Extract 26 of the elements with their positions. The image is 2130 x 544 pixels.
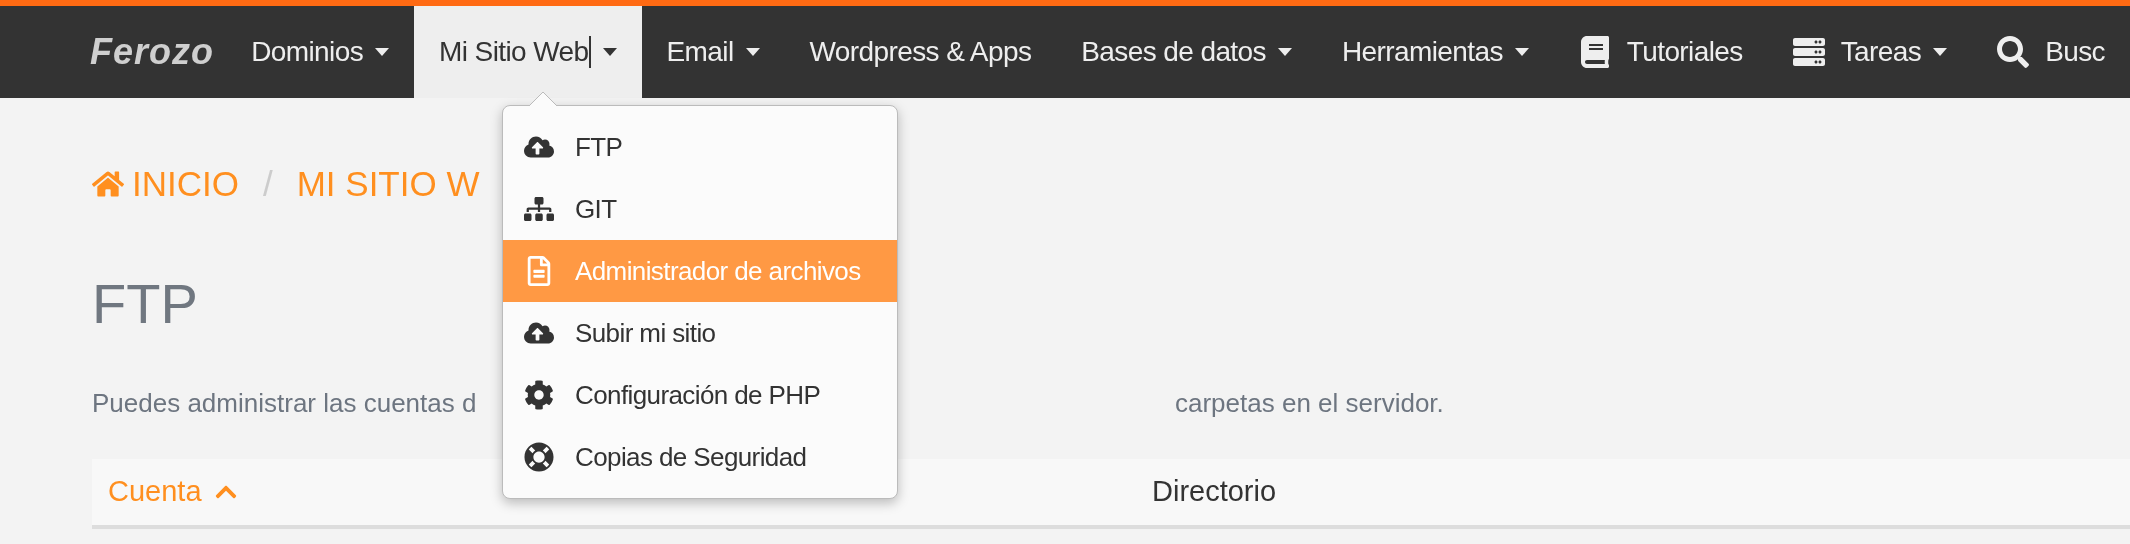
column-header[interactable]: Directorio [1152, 470, 1277, 514]
search-icon [1997, 36, 2030, 68]
nav-menu-item[interactable]: Mi Sitio Web [414, 6, 642, 98]
book-icon [1578, 36, 1611, 68]
server-icon [1792, 36, 1825, 68]
nav-menu-item[interactable]: Busc [1972, 6, 2130, 98]
page-heading: FTP [92, 271, 198, 337]
description-text: carpetas en el servidor. [1175, 387, 1444, 420]
life-ring-icon [524, 442, 554, 472]
nav-menu-item[interactable]: Email [641, 6, 785, 98]
nav-menu-item[interactable]: Wordpress & Apps [784, 6, 1057, 98]
nav-menu-item[interactable]: Tutoriales [1553, 6, 1768, 98]
sitemap-icon [524, 194, 554, 224]
description-text: Puedes administrar las cuentas d [92, 387, 477, 420]
nav-menu-item[interactable]: Dominios [226, 6, 415, 98]
dropdown-item[interactable]: FTP [503, 116, 897, 178]
settings-icon [524, 380, 554, 410]
dropdown-item[interactable]: Copias de Seguridad [503, 426, 897, 488]
dropdown-item[interactable]: Subir mi sitio [503, 302, 897, 364]
dropdown-item[interactable]: GIT [503, 178, 897, 240]
breadcrumb-separator: / [262, 162, 273, 205]
nav-menu-item[interactable]: Bases de datos [1056, 6, 1317, 98]
logo: Ferozo [90, 30, 214, 74]
dropdown-item[interactable]: Configuración de PHP [503, 364, 897, 426]
nav-menu-item[interactable]: Tareas [1767, 6, 1973, 98]
nav-menu-item[interactable]: Herramientas [1316, 6, 1554, 98]
